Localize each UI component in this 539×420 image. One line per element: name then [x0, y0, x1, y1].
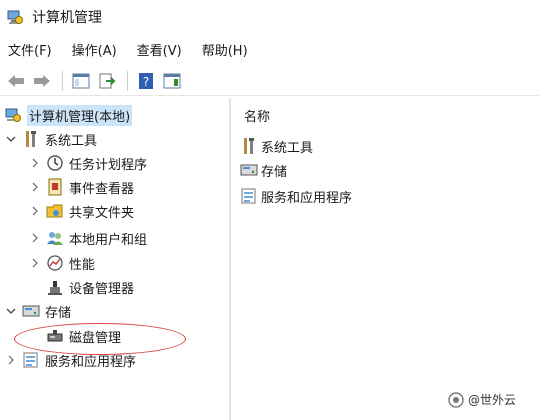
watermark-text: @世外云 [468, 393, 517, 407]
console-tree: 计算机管理(本地) 系统工具 任务计划程序 事件查看器 共享文件夹 本地用户和组… [0, 98, 228, 420]
tree-item-label: 本地用户和组 [69, 232, 148, 248]
performance-icon [46, 254, 64, 272]
tree-item-label: 计算机管理(本地) [27, 104, 133, 126]
tree-item-local-users-groups[interactable]: 本地用户和组 [28, 227, 147, 249]
tree-item-shared-folders[interactable]: 共享文件夹 [28, 200, 134, 222]
forward-button[interactable] [30, 69, 54, 93]
disk-management-icon [46, 327, 64, 345]
toolbar-separator [62, 70, 63, 91]
export-list-button[interactable] [95, 69, 119, 93]
storage-icon [22, 302, 40, 320]
tree-item-storage[interactable]: 存储 [4, 300, 71, 322]
services-icon [22, 351, 40, 369]
tree-item-event-viewer[interactable]: 事件查看器 [28, 176, 134, 198]
chevron-right-icon[interactable] [28, 256, 42, 270]
tree-item-computer-management[interactable]: 计算机管理(本地) [4, 104, 133, 126]
list-item[interactable]: 存储 [240, 159, 287, 181]
back-button[interactable] [4, 69, 28, 93]
list-item-label: 存储 [261, 164, 288, 180]
tools-icon [22, 130, 40, 148]
tree-item-label: 共享文件夹 [69, 205, 135, 221]
chevron-right-icon[interactable] [28, 180, 42, 194]
computer-management-icon [4, 106, 22, 124]
tree-item-label: 存储 [45, 305, 72, 321]
toolbar-separator [127, 70, 128, 91]
computer-management-icon [6, 8, 24, 26]
tree-item-services-apps[interactable]: 服务和应用程序 [4, 349, 136, 371]
list-item[interactable]: 系统工具 [240, 135, 313, 157]
tree-item-label: 性能 [69, 257, 96, 273]
clock-icon [46, 154, 64, 172]
window-title: 计算机管理 [32, 10, 102, 26]
tree-item-task-scheduler[interactable]: 任务计划程序 [28, 152, 147, 174]
arrow-left-icon [8, 74, 24, 87]
menu-action[interactable]: 操作(A) [70, 38, 119, 61]
chevron-right-icon[interactable] [28, 231, 42, 245]
chevron-right-icon[interactable] [4, 353, 18, 367]
chevron-right-icon[interactable] [28, 156, 42, 170]
pane-splitter[interactable] [229, 98, 231, 420]
chevron-right-icon[interactable] [28, 204, 42, 218]
help-icon: ? [139, 72, 153, 89]
menu-file[interactable]: 文件(F) [6, 38, 54, 61]
storage-icon [240, 161, 258, 179]
list-item-label: 系统工具 [261, 140, 314, 156]
tree-item-system-tools[interactable]: 系统工具 [4, 128, 97, 150]
details-pane: 名称 系统工具 存储 服务和应用程序 [234, 98, 539, 420]
title-bar: 计算机管理 [0, 0, 539, 34]
tree-item-device-manager[interactable]: 设备管理器 [46, 276, 134, 298]
toolbar: ? [0, 66, 539, 96]
tree-item-label: 设备管理器 [69, 281, 135, 297]
menu-bar: 文件(F) 操作(A) 查看(V) 帮助(H) [0, 36, 539, 62]
help-button[interactable]: ? [134, 69, 158, 93]
device-manager-icon [46, 278, 64, 296]
tree-item-performance[interactable]: 性能 [28, 252, 95, 274]
console-tree-icon [72, 73, 90, 88]
services-icon [240, 187, 258, 205]
watermark: @世外云 [448, 391, 516, 408]
tree-item-label: 系统工具 [45, 133, 98, 149]
tree-item-label: 事件查看器 [69, 181, 135, 197]
tree-item-label: 任务计划程序 [69, 157, 148, 173]
arrow-right-icon [34, 74, 50, 87]
menu-help[interactable]: 帮助(H) [200, 38, 250, 61]
event-viewer-icon [46, 178, 64, 196]
users-icon [46, 229, 64, 247]
tools-icon [240, 137, 258, 155]
chevron-down-icon[interactable] [4, 132, 18, 146]
export-icon [99, 73, 116, 88]
column-header-name[interactable]: 名称 [244, 106, 270, 125]
tree-item-disk-management[interactable]: 磁盘管理 [46, 325, 121, 347]
list-item-label: 服务和应用程序 [261, 190, 353, 206]
show-hide-console-tree-button[interactable] [69, 69, 93, 93]
tree-item-label: 磁盘管理 [69, 330, 122, 346]
show-action-pane-button[interactable] [160, 69, 184, 93]
svg-text:?: ? [143, 75, 149, 89]
watermark-logo-icon [448, 391, 464, 408]
chevron-down-icon[interactable] [4, 304, 18, 318]
menu-view[interactable]: 查看(V) [135, 38, 184, 61]
action-pane-icon [163, 73, 181, 88]
tree-item-label: 服务和应用程序 [45, 354, 137, 370]
list-item[interactable]: 服务和应用程序 [240, 185, 352, 207]
shared-folder-icon [46, 202, 64, 220]
